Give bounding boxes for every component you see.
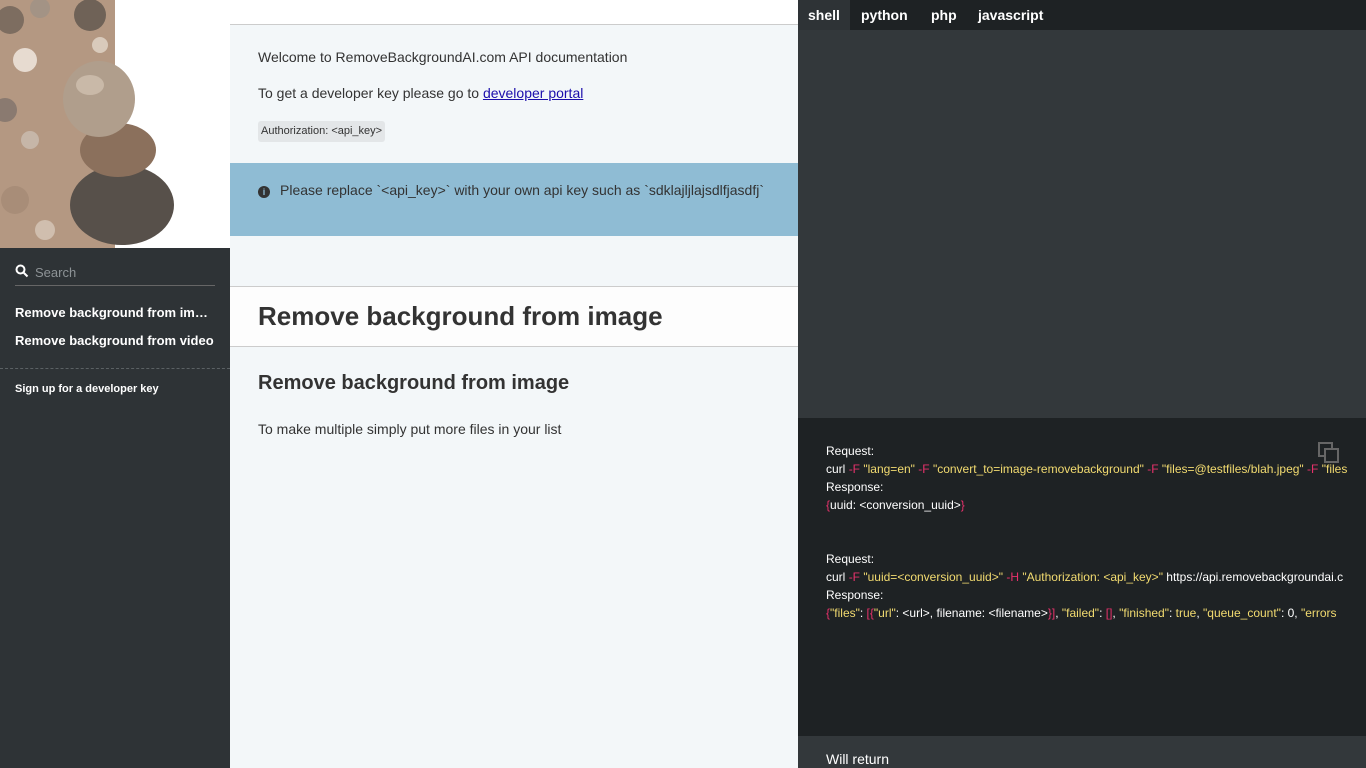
tab-python[interactable]: python	[851, 0, 918, 30]
code-string: "uuid=<conversion_uuid>"	[863, 570, 1003, 584]
code-request-line-1: curl -F "lang=en" -F "convert_to=image-r…	[826, 462, 1347, 476]
code-text: :	[1168, 606, 1176, 620]
code-string: "finished"	[1119, 606, 1169, 620]
main-content: Welcome to RemoveBackgroundAI.com API do…	[230, 0, 798, 768]
code-request-label-1: Request:	[826, 444, 875, 458]
logo-stacked-rocks-image	[0, 0, 230, 248]
code-response-label-2: Response:	[826, 588, 884, 602]
top-band	[230, 0, 798, 25]
sidebar: Remove background from image Remove back…	[0, 0, 230, 768]
search-input[interactable]	[35, 261, 213, 283]
code-string: "failed"	[1061, 606, 1100, 620]
devkey-text: To get a developer key please go to	[258, 85, 483, 101]
signup-link[interactable]: Sign up for a developer key	[15, 383, 159, 395]
code-flag: -H	[1006, 570, 1019, 584]
code-request-line-2: curl -F "uuid=<conversion_uuid>" -H "Aut…	[826, 570, 1343, 584]
code-text: :	[859, 606, 867, 620]
section-subtitle: Remove background from image	[258, 372, 570, 394]
toc-item-remove-image[interactable]: Remove background from image	[0, 300, 230, 328]
code-text: ,	[1055, 606, 1062, 620]
code-string: "files"	[830, 606, 860, 620]
code-url: https://api.removebackgroundai.c	[1166, 570, 1344, 584]
info-icon: i	[258, 186, 270, 198]
auth-header-code: Authorization: <api_key>	[258, 121, 386, 142]
language-tabs: shell python php javascript	[798, 0, 1366, 30]
code-cmd: curl	[826, 570, 846, 584]
code-string: "convert_to=image-removebackground"	[932, 462, 1144, 476]
code-flag: -F	[848, 570, 861, 584]
code-string: "url"	[873, 606, 896, 620]
code-pane: shell python php javascript Request: cur…	[798, 0, 1366, 768]
code-response-line-2: {"files": [{"url": <url>, filename: <fil…	[826, 606, 1337, 620]
code-cmd: curl	[826, 462, 846, 476]
code-request-label-2: Request:	[826, 552, 875, 566]
tab-javascript[interactable]: javascript	[968, 0, 1053, 30]
code-text: :	[1099, 606, 1106, 620]
code-boolean: true	[1175, 606, 1197, 620]
code-text: : 0,	[1280, 606, 1301, 620]
code-string: "files	[1321, 462, 1348, 476]
code-flag: -F	[1307, 462, 1319, 476]
code-response-label-1: Response:	[826, 480, 884, 494]
code-flag: -F	[848, 462, 861, 476]
code-brace: }	[960, 498, 965, 512]
code-string: "queue_count"	[1203, 606, 1281, 620]
developer-portal-link[interactable]: developer portal	[483, 85, 583, 101]
search-box	[15, 258, 215, 286]
code-string: "Authorization: <api_key>"	[1022, 570, 1163, 584]
code-brace: [{	[866, 606, 874, 620]
code-string: "lang=en"	[863, 462, 915, 476]
code-response-line-1: {uuid: <conversion_uuid>}	[826, 498, 965, 512]
code-string: "files=@testfiles/blah.jpeg"	[1161, 462, 1304, 476]
code-string: "errors	[1300, 606, 1337, 620]
api-key-notice: i Please replace `<api_key>` with your ow…	[230, 163, 798, 236]
code-flag: -F	[918, 462, 930, 476]
section-heading-band: Remove background from image	[230, 286, 798, 347]
code-text: ,	[1196, 606, 1204, 620]
search-icon	[15, 264, 29, 278]
code-text: : <url>, filename: <filename>	[895, 606, 1048, 620]
tab-shell[interactable]: shell	[798, 0, 850, 30]
toc-item-remove-video[interactable]: Remove background from video	[0, 328, 230, 356]
page-title: Remove background from image	[258, 301, 663, 331]
code-block: Request: curl -F "lang=en" -F "convert_t…	[798, 418, 1366, 736]
will-return-text: Will return	[826, 751, 890, 767]
tab-php[interactable]: php	[921, 0, 967, 30]
api-key-notice-text: Please replace `<api_key>` with your own…	[280, 182, 765, 198]
copy-icon[interactable]	[1318, 442, 1340, 464]
devkey-paragraph: To get a developer key please go to deve…	[258, 85, 583, 101]
toc-list: Remove background from image Remove back…	[0, 300, 230, 356]
section-description: To make multiple simply put more files i…	[258, 421, 562, 437]
toc-divider	[0, 368, 230, 369]
welcome-text: Welcome to RemoveBackgroundAI.com API do…	[258, 49, 628, 65]
code-flag: -F	[1147, 462, 1159, 476]
code-text: uuid: <conversion_uuid>	[830, 498, 961, 512]
